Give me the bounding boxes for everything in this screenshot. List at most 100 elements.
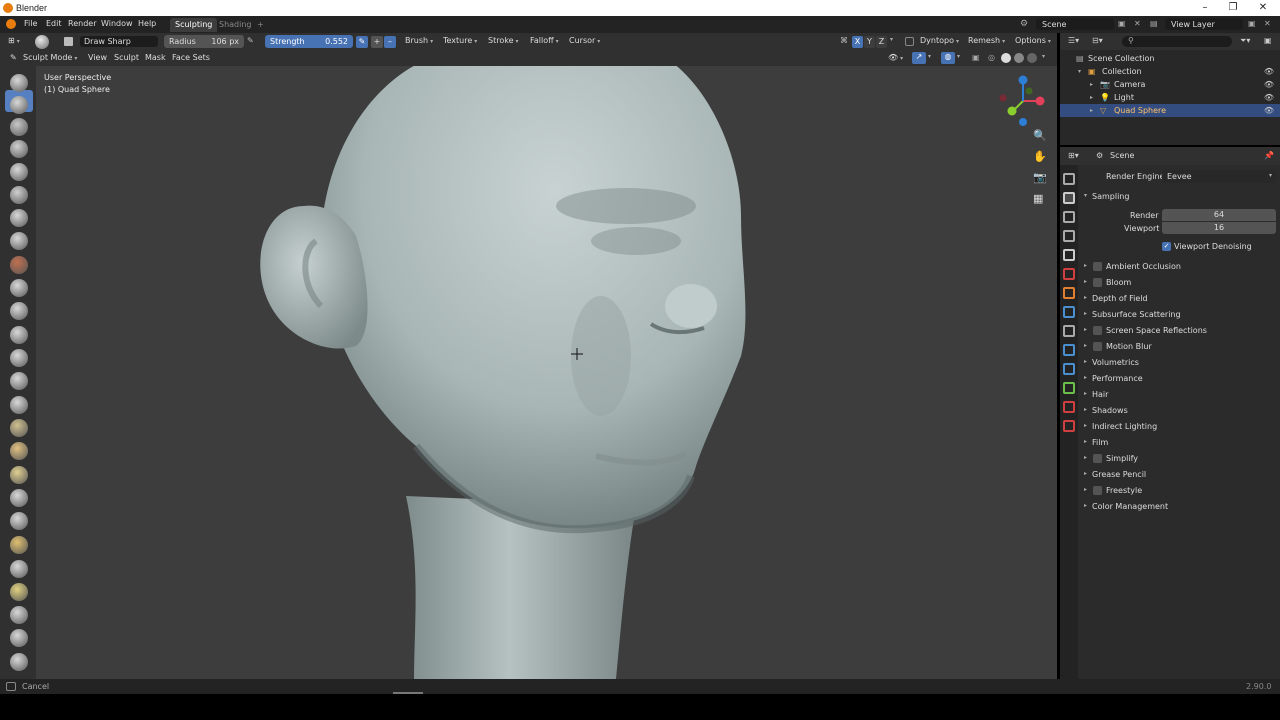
expand-toggle-icon[interactable]: ▾ xyxy=(1078,68,1081,75)
properties-editor-icon[interactable]: ⊞▾ xyxy=(1068,151,1079,160)
outliner-search-input[interactable]: ⚲ xyxy=(1122,36,1232,47)
menu-window[interactable]: Window xyxy=(101,19,133,28)
rendered-shading-icon[interactable] xyxy=(1027,53,1037,63)
tool-draw-icon[interactable] xyxy=(10,74,28,92)
tool-snake-hook-icon[interactable] xyxy=(10,466,28,484)
tool-fill-icon[interactable] xyxy=(10,326,28,344)
dyntopo-checkbox[interactable] xyxy=(905,37,914,46)
properties-tab-modifiers-icon[interactable] xyxy=(1063,306,1075,318)
texture-menu[interactable]: Texture ▾ xyxy=(443,36,477,45)
panel-subsurface-scattering[interactable]: ▸ Subsurface Scattering xyxy=(1082,307,1280,323)
camera-view-icon[interactable]: 📷 xyxy=(1033,171,1047,184)
menu-mask[interactable]: Mask xyxy=(145,53,166,62)
new-view-layer-icon[interactable]: ▣ xyxy=(1248,19,1256,28)
menu-edit[interactable]: Edit xyxy=(46,19,62,28)
brush-menu[interactable]: Brush ▾ xyxy=(405,36,433,45)
outliner-editor-icon[interactable]: ☰▾ xyxy=(1068,36,1079,45)
outliner-item-camera[interactable]: ▸ 📷 Camera 👁 xyxy=(1060,78,1280,91)
close-button[interactable]: ✕ xyxy=(1248,1,1278,15)
filter-icon[interactable]: ⏷▾ xyxy=(1240,36,1250,46)
tool-inflate-icon[interactable] xyxy=(10,209,28,227)
ambient-occlusion-checkbox[interactable] xyxy=(1093,262,1102,271)
brush-preview-icon[interactable] xyxy=(35,35,49,49)
visibility-icon[interactable]: 👁 ▾ xyxy=(888,53,903,62)
mode-selector[interactable]: Sculpt Mode ▾ xyxy=(23,53,77,62)
motion-blur-checkbox[interactable] xyxy=(1093,342,1102,351)
tool-draw-sharp-icon[interactable] xyxy=(10,96,28,114)
stroke-menu[interactable]: Stroke ▾ xyxy=(488,36,519,45)
outliner-item-light[interactable]: ▸ 💡 Light 👁 xyxy=(1060,91,1280,104)
overlay-toggle-icon[interactable]: ◍ xyxy=(941,52,955,64)
blender-menu-icon[interactable] xyxy=(6,19,16,29)
tool-nudge-icon[interactable] xyxy=(10,536,28,554)
ortho-toggle-icon[interactable]: ▦ xyxy=(1033,192,1043,205)
panel-screen-space-reflections[interactable]: ▸ Screen Space Reflections xyxy=(1082,323,1280,339)
scene-selector[interactable]: Scene xyxy=(1036,18,1114,30)
panel-shadows[interactable]: ▸ Shadows xyxy=(1082,403,1280,419)
remesh-menu[interactable]: Remesh ▾ xyxy=(968,36,1005,45)
properties-tab-material-icon[interactable] xyxy=(1063,401,1075,413)
strength-pressure-icon[interactable]: ✎ xyxy=(356,36,368,48)
menu-file[interactable]: File xyxy=(24,19,37,28)
panel-sampling[interactable]: ▾ Sampling xyxy=(1082,189,1280,205)
solid-shading-icon[interactable] xyxy=(1001,53,1011,63)
dyntopo-menu[interactable]: Dyntopo ▾ xyxy=(920,36,959,45)
menu-help[interactable]: Help xyxy=(138,19,156,28)
tool-blob-icon[interactable] xyxy=(10,232,28,250)
minimize-button[interactable]: – xyxy=(1190,1,1220,15)
gizmo-options-icon[interactable]: ▾ xyxy=(928,53,931,60)
tool-slide-relax-icon[interactable] xyxy=(10,583,28,601)
tool-clay-icon[interactable] xyxy=(10,118,28,136)
tool-rotate-icon[interactable] xyxy=(10,560,28,578)
mirror-y-toggle[interactable]: Y xyxy=(864,36,875,48)
direction-subtract-button[interactable]: – xyxy=(384,36,396,48)
expand-toggle-icon[interactable]: ▸ xyxy=(1090,94,1093,101)
tool-layer-icon[interactable] xyxy=(10,186,28,204)
properties-tab-tool-icon[interactable] xyxy=(1063,173,1075,185)
properties-tab-world-icon[interactable] xyxy=(1063,268,1075,280)
tool-multiplane-scrape-icon[interactable] xyxy=(10,372,28,390)
properties-tab-scene-icon[interactable] xyxy=(1063,249,1075,261)
panel-bloom[interactable]: ▸ Bloom xyxy=(1082,275,1280,291)
menu-sculpt[interactable]: Sculpt xyxy=(114,53,139,62)
visibility-eye-icon[interactable]: 👁 xyxy=(1264,93,1274,102)
material-shading-icon[interactable] xyxy=(1014,53,1024,63)
tab-shading[interactable]: Shading xyxy=(214,18,257,32)
mirror-x-toggle[interactable]: X xyxy=(852,36,863,48)
visibility-eye-icon[interactable]: 👁 xyxy=(1264,106,1274,115)
menu-view[interactable]: View xyxy=(88,53,107,62)
shading-options-icon[interactable]: ▾ xyxy=(1042,53,1045,60)
outliner-item-scene-collection[interactable]: ▤ Scene Collection xyxy=(1060,52,1280,65)
strength-slider[interactable]: Strength 0.552 xyxy=(265,35,353,48)
tool-cloth-icon[interactable] xyxy=(10,629,28,647)
3d-viewport[interactable]: User Perspective (1) Quad Sphere 🔍 ✋ 📷 ▦ xyxy=(36,66,1057,679)
panel-motion-blur[interactable]: ▸ Motion Blur xyxy=(1082,339,1280,355)
tool-clay-thumb-icon[interactable] xyxy=(10,163,28,181)
xray-icon[interactable]: ▣ xyxy=(972,53,980,62)
symmetry-options-icon[interactable]: ▾ xyxy=(890,36,893,43)
viewport-denoising-row[interactable]: ✓ Viewport Denoising xyxy=(1082,239,1280,255)
delete-view-layer-icon[interactable]: ✕ xyxy=(1264,19,1271,28)
render-engine-dropdown[interactable]: Eevee ▾ xyxy=(1162,170,1276,183)
properties-tab-physics-icon[interactable] xyxy=(1063,344,1075,356)
maximize-button[interactable]: ❐ xyxy=(1218,1,1248,15)
add-workspace-button[interactable]: + xyxy=(252,18,269,32)
properties-tab-render-icon[interactable] xyxy=(1063,192,1075,204)
sampling-render-field[interactable]: 64 xyxy=(1162,209,1276,221)
tool-smooth-icon[interactable] xyxy=(10,279,28,297)
properties-tab-particles-icon[interactable] xyxy=(1063,325,1075,337)
display-mode-icon[interactable]: ⊟▾ xyxy=(1092,36,1103,45)
menu-render[interactable]: Render xyxy=(68,19,96,28)
tool-simplify-icon[interactable] xyxy=(10,653,28,671)
panel-simplify[interactable]: ▸ Simplify xyxy=(1082,451,1280,467)
panel-volumetrics[interactable]: ▸ Volumetrics xyxy=(1082,355,1280,371)
freestyle-checkbox[interactable] xyxy=(1093,486,1102,495)
falloff-menu[interactable]: Falloff ▾ xyxy=(530,36,559,45)
overlay-options-icon[interactable]: ▾ xyxy=(957,53,960,60)
panel-performance[interactable]: ▸ Performance xyxy=(1082,371,1280,387)
properties-tab-output-icon[interactable] xyxy=(1063,211,1075,223)
cursor-menu[interactable]: Cursor ▾ xyxy=(569,36,600,45)
screen-space-reflections-checkbox[interactable] xyxy=(1093,326,1102,335)
options-menu[interactable]: Options ▾ xyxy=(1015,36,1051,45)
visibility-eye-icon[interactable]: 👁 xyxy=(1264,67,1274,76)
